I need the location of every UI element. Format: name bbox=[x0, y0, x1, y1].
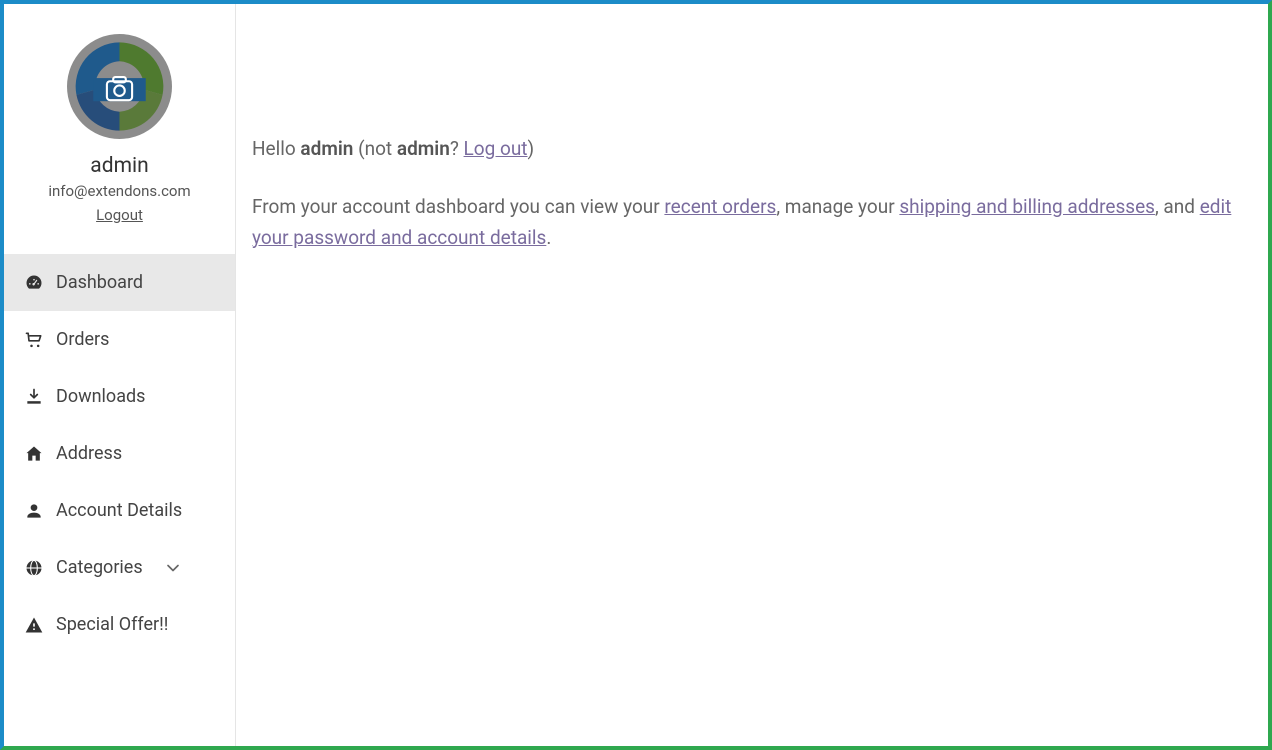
logout-link[interactable]: Log out bbox=[464, 137, 528, 160]
greeting-not-username: admin bbox=[397, 137, 450, 160]
avatar-camera-icon bbox=[67, 34, 172, 139]
sidebar-item-label: Orders bbox=[56, 329, 109, 350]
dashboard-icon bbox=[24, 273, 44, 293]
sidebar-item-account-details[interactable]: Account Details bbox=[4, 482, 235, 539]
shipping-billing-link[interactable]: shipping and billing addresses bbox=[899, 195, 1155, 218]
greeting-prefix: Hello bbox=[252, 137, 300, 160]
sidebar-item-label: Downloads bbox=[56, 386, 145, 407]
sidebar-item-dashboard[interactable]: Dashboard bbox=[4, 254, 235, 311]
main-content: Hello admin (not admin? Log out) From yo… bbox=[236, 4, 1268, 746]
sidebar-item-downloads[interactable]: Downloads bbox=[4, 368, 235, 425]
body-text: , and bbox=[1155, 195, 1200, 218]
dashboard-description: From your account dashboard you can view… bbox=[252, 192, 1248, 253]
sidebar-item-categories[interactable]: Categories bbox=[4, 539, 235, 596]
greeting-text: Hello admin (not admin? Log out) bbox=[252, 134, 1248, 164]
avatar[interactable] bbox=[67, 34, 172, 139]
sidebar-item-address[interactable]: Address bbox=[4, 425, 235, 482]
sidebar-item-label: Address bbox=[56, 443, 122, 464]
body-text: , manage your bbox=[776, 195, 899, 218]
avatar-wrap bbox=[4, 34, 235, 139]
sidebar-item-label: Dashboard bbox=[56, 272, 143, 293]
warning-icon bbox=[24, 615, 44, 635]
sidebar-nav: Dashboard Orders Downloads Address bbox=[4, 254, 235, 653]
sidebar-logout-link[interactable]: Logout bbox=[4, 206, 235, 224]
app-frame: admin info@extendons.com Logout Dashboar… bbox=[0, 0, 1272, 750]
greeting-not-suffix: ? bbox=[450, 137, 464, 160]
username-label: admin bbox=[4, 154, 235, 178]
body-text: . bbox=[546, 226, 551, 249]
globe-icon bbox=[24, 558, 44, 578]
sidebar-item-orders[interactable]: Orders bbox=[4, 311, 235, 368]
download-icon bbox=[24, 387, 44, 407]
sidebar: admin info@extendons.com Logout Dashboar… bbox=[4, 4, 236, 746]
home-icon bbox=[24, 444, 44, 464]
sidebar-item-label: Account Details bbox=[56, 500, 182, 521]
body-text: From your account dashboard you can view… bbox=[252, 195, 664, 218]
greeting-username: admin bbox=[300, 137, 353, 160]
sidebar-item-special-offer[interactable]: Special Offer!! bbox=[4, 596, 235, 653]
sidebar-item-label: Categories bbox=[56, 557, 143, 578]
recent-orders-link[interactable]: recent orders bbox=[664, 195, 776, 218]
greeting-close: ) bbox=[528, 137, 535, 160]
sidebar-item-label: Special Offer!! bbox=[56, 614, 168, 635]
user-email-label: info@extendons.com bbox=[4, 182, 235, 200]
greeting-not-prefix: (not bbox=[353, 137, 396, 160]
chevron-down-icon bbox=[163, 558, 183, 578]
user-icon bbox=[24, 501, 44, 521]
cart-icon bbox=[24, 330, 44, 350]
